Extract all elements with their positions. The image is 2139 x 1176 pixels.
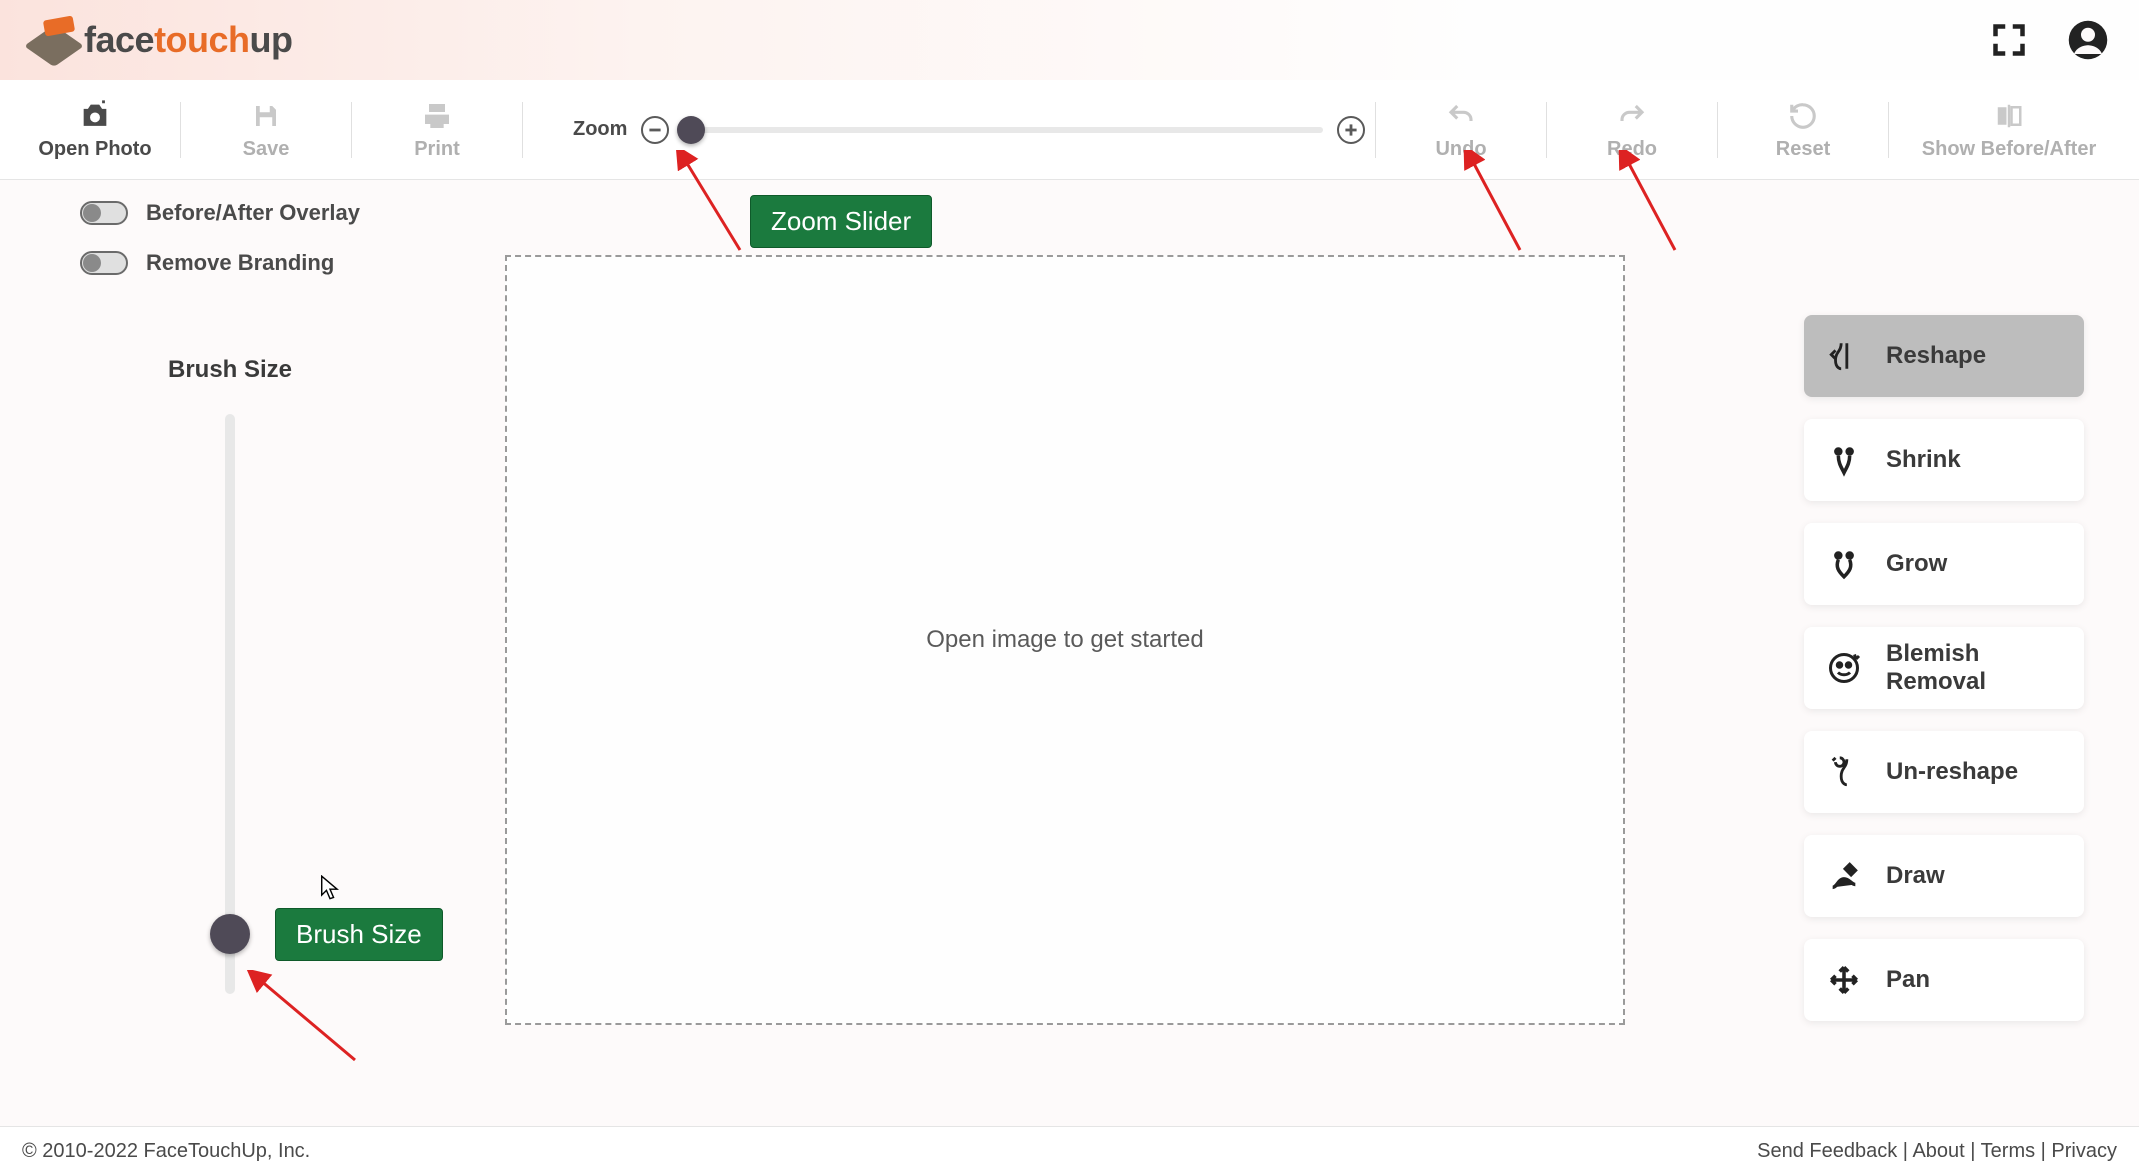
footer-sep: | [1965, 1140, 1981, 1162]
draw-icon [1826, 858, 1862, 894]
open-photo-button[interactable]: Open Photo [30, 90, 160, 170]
save-icon [251, 98, 281, 134]
save-button[interactable]: Save [201, 90, 331, 170]
undo-button[interactable]: Undo [1396, 90, 1526, 170]
reshape-icon [1826, 338, 1862, 374]
tool-pan-label: Pan [1886, 966, 1930, 994]
undo-icon [1446, 98, 1476, 134]
print-label: Print [414, 138, 460, 161]
left-panel: Before/After Overlay Remove Branding Bru… [80, 200, 380, 994]
save-label: Save [243, 138, 290, 161]
logo-text: facetouchup [84, 19, 293, 61]
remove-branding-toggle[interactable] [80, 251, 128, 275]
zoom-label: Zoom [573, 118, 627, 141]
grow-icon [1826, 546, 1862, 582]
blemish-removal-icon [1826, 650, 1862, 686]
toolbar-separator [180, 102, 181, 158]
footer: © 2010-2022 FaceTouchUp, Inc. Send Feedb… [0, 1126, 2139, 1176]
privacy-link[interactable]: Privacy [2051, 1140, 2117, 1162]
toolbar: Open Photo Save Print Zoom [0, 80, 2139, 180]
tool-grow[interactable]: Grow [1804, 523, 2084, 605]
logo-word-face: face [84, 19, 154, 60]
before-after-overlay-toggle-row: Before/After Overlay [80, 200, 380, 226]
zoom-out-button[interactable] [641, 116, 669, 144]
toolbar-separator [1888, 102, 1889, 158]
canvas-placeholder: Open image to get started [926, 626, 1204, 654]
tool-draw[interactable]: Draw [1804, 835, 2084, 917]
main-area: Before/After Overlay Remove Branding Bru… [0, 180, 2139, 1126]
logo-icon [30, 16, 78, 64]
brush-size-title: Brush Size [80, 356, 380, 384]
tool-un-reshape-label: Un-reshape [1886, 758, 2018, 786]
send-feedback-link[interactable]: Send Feedback [1757, 1140, 1897, 1162]
zoom-slider-thumb[interactable] [677, 116, 705, 144]
brush-size-section: Brush Size [80, 356, 380, 994]
logo-word-up: up [250, 19, 293, 60]
tool-shrink[interactable]: Shrink [1804, 419, 2084, 501]
annotation-zoom-slider: Zoom Slider [750, 195, 932, 248]
show-before-after-label: Show Before/After [1922, 138, 2096, 161]
compare-icon [1994, 98, 2024, 134]
zoom-control: Zoom [573, 116, 1365, 144]
zoom-slider[interactable] [683, 127, 1323, 133]
brush-size-slider[interactable] [225, 414, 235, 994]
pan-icon [1826, 962, 1862, 998]
show-before-after-button[interactable]: Show Before/After [1909, 90, 2109, 170]
logo-word-touch: touch [154, 19, 249, 60]
reset-label: Reset [1776, 138, 1830, 161]
brush-size-thumb[interactable] [210, 914, 250, 954]
footer-sep: | [1897, 1140, 1912, 1162]
terms-link[interactable]: Terms [1981, 1140, 2035, 1162]
before-after-overlay-toggle[interactable] [80, 201, 128, 225]
print-button[interactable]: Print [372, 90, 502, 170]
tool-un-reshape[interactable]: Un-reshape [1804, 731, 2084, 813]
fullscreen-icon[interactable] [1991, 22, 2027, 58]
remove-branding-label: Remove Branding [146, 250, 334, 276]
open-photo-label: Open Photo [38, 138, 151, 161]
redo-icon [1617, 98, 1647, 134]
about-link[interactable]: About [1912, 1140, 1964, 1162]
toolbar-separator [1546, 102, 1547, 158]
logo[interactable]: facetouchup [30, 16, 293, 64]
toolbar-separator [522, 102, 523, 158]
annotation-brush-size: Brush Size [275, 908, 443, 961]
tool-pan[interactable]: Pan [1804, 939, 2084, 1021]
footer-sep: | [2035, 1140, 2051, 1162]
remove-branding-toggle-row: Remove Branding [80, 250, 380, 276]
reset-button[interactable]: Reset [1738, 90, 1868, 170]
camera-plus-icon [78, 98, 112, 134]
redo-button[interactable]: Redo [1567, 90, 1697, 170]
tool-shrink-label: Shrink [1886, 446, 1961, 474]
tool-reshape-label: Reshape [1886, 342, 1986, 370]
tool-draw-label: Draw [1886, 862, 1945, 890]
header: facetouchup [0, 0, 2139, 80]
before-after-overlay-label: Before/After Overlay [146, 200, 360, 226]
print-icon [421, 98, 453, 134]
canvas[interactable]: Open image to get started [505, 255, 1625, 1025]
tool-blemish-removal[interactable]: Blemish Removal [1804, 627, 2084, 709]
tool-grow-label: Grow [1886, 550, 1947, 578]
footer-links: Send Feedback | About | Terms | Privacy [1757, 1140, 2117, 1163]
redo-label: Redo [1607, 138, 1657, 161]
tool-palette: Reshape Shrink Grow Blemish Removal Un-r… [1804, 315, 2084, 1021]
toolbar-separator [1375, 102, 1376, 158]
toolbar-separator [1717, 102, 1718, 158]
tool-reshape[interactable]: Reshape [1804, 315, 2084, 397]
un-reshape-icon [1826, 754, 1862, 790]
account-icon[interactable] [2067, 19, 2109, 61]
reset-icon [1788, 98, 1818, 134]
copyright: © 2010-2022 FaceTouchUp, Inc. [22, 1140, 310, 1163]
tool-blemish-label: Blemish Removal [1886, 640, 2062, 696]
toolbar-separator [351, 102, 352, 158]
shrink-icon [1826, 442, 1862, 478]
undo-label: Undo [1435, 138, 1486, 161]
